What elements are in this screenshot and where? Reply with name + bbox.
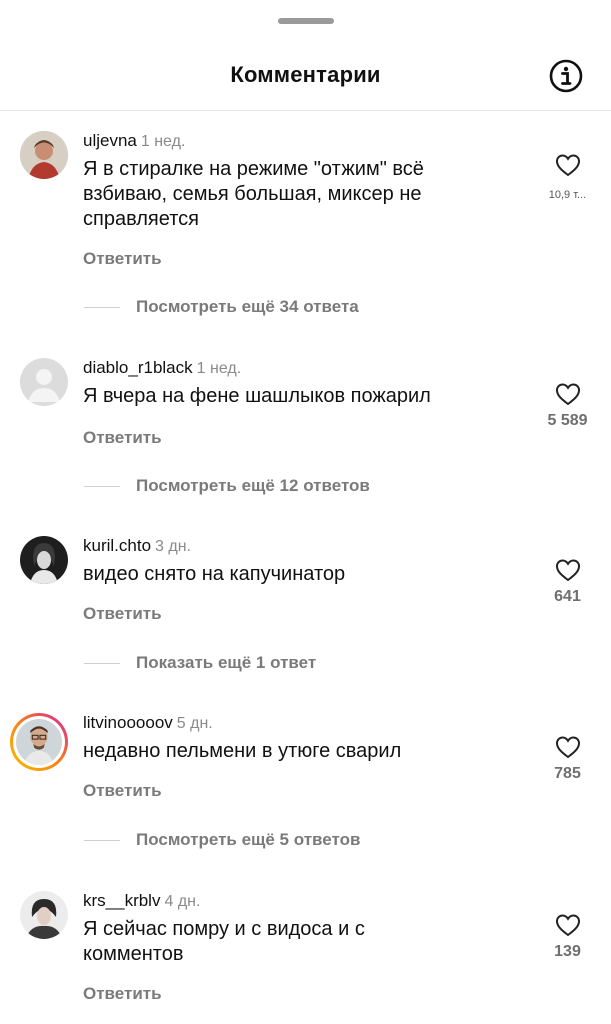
like-count: 641	[554, 588, 581, 605]
timestamp: 1 нед.	[196, 360, 242, 377]
timestamp: 5 дн.	[176, 715, 213, 732]
username[interactable]: kuril.chto	[83, 536, 151, 555]
comment-text: Я вчера на фене шашлыков пожарил	[83, 385, 431, 407]
comments-header: Комментарии	[0, 40, 611, 111]
view-more-replies[interactable]: Посмотреть ещё 12 ответов	[84, 476, 370, 496]
comment-meta: krs__krblv 4 дн.	[83, 891, 200, 911]
avatar-story-ring[interactable]	[10, 713, 68, 771]
reply-button[interactable]: Ответить	[83, 428, 162, 448]
avatar[interactable]	[20, 536, 68, 584]
like-control: 5 589	[520, 382, 611, 430]
view-more-replies[interactable]: Показать ещё 1 ответ	[84, 653, 316, 673]
heart-icon[interactable]	[555, 153, 581, 177]
reply-button[interactable]: Ответить	[83, 249, 162, 269]
info-icon[interactable]	[549, 59, 583, 93]
comment-text: недавно пельмени в утюге сварил	[83, 740, 402, 762]
avatar[interactable]	[20, 358, 68, 406]
divider	[84, 307, 120, 309]
view-more-replies-label: Посмотреть ещё 12 ответов	[136, 476, 370, 495]
like-count: 5 589	[547, 412, 588, 429]
view-more-replies[interactable]: Посмотреть ещё 5 ответов	[84, 830, 360, 850]
view-more-replies-label: Показать ещё 1 ответ	[136, 653, 317, 672]
reply-button[interactable]: Ответить	[83, 781, 162, 801]
timestamp: 3 дн.	[155, 538, 191, 555]
comment-meta: kuril.chto 3 дн.	[83, 536, 191, 556]
like-count: 139	[554, 943, 581, 960]
username[interactable]: diablo_r1black	[83, 358, 193, 377]
divider	[84, 486, 120, 488]
heart-icon[interactable]	[555, 558, 581, 582]
comments-sheet: Комментарии uljevna 1 нед. Я в стиралке н…	[0, 0, 611, 1024]
page-title: Комментарии	[230, 62, 381, 87]
comment-meta: uljevna 1 нед.	[83, 131, 185, 151]
like-count: 785	[554, 765, 581, 782]
like-control: 10,9 т...	[520, 153, 611, 201]
like-control: 785	[520, 735, 611, 783]
divider	[84, 840, 120, 842]
view-more-replies-label: Посмотреть ещё 34 ответа	[136, 297, 359, 316]
comment-meta: diablo_r1black 1 нед.	[83, 358, 241, 378]
view-more-replies-label: Посмотреть ещё 5 ответов	[136, 830, 361, 849]
heart-icon[interactable]	[555, 735, 581, 759]
avatar[interactable]	[20, 891, 68, 939]
reply-button[interactable]: Ответить	[83, 604, 162, 624]
avatar	[16, 719, 62, 765]
like-control: 139	[520, 913, 611, 961]
username[interactable]: krs__krblv	[83, 891, 160, 910]
comment-meta: litvinooooov 5 дн.	[83, 713, 213, 733]
username[interactable]: uljevna	[83, 131, 137, 150]
heart-icon[interactable]	[555, 913, 581, 937]
comment-text: Я сейчас помру и с видоса и с комментов	[83, 918, 365, 965]
view-more-replies[interactable]: Посмотреть ещё 34 ответа	[84, 297, 359, 317]
reply-button[interactable]: Ответить	[83, 984, 162, 1004]
comment-text: Я в стиралке на режиме "отжим" всё взбив…	[83, 158, 424, 230]
like-control: 641	[520, 558, 611, 606]
timestamp: 1 нед.	[140, 133, 186, 150]
timestamp: 4 дн.	[164, 893, 201, 910]
heart-icon[interactable]	[555, 382, 581, 406]
username[interactable]: litvinooooov	[83, 713, 173, 732]
comment-text: видео снято на капучинатор	[83, 563, 346, 585]
divider	[84, 663, 120, 665]
like-count: 10,9 т...	[548, 189, 587, 201]
avatar[interactable]	[20, 131, 68, 179]
sheet-drag-handle[interactable]	[278, 18, 334, 24]
